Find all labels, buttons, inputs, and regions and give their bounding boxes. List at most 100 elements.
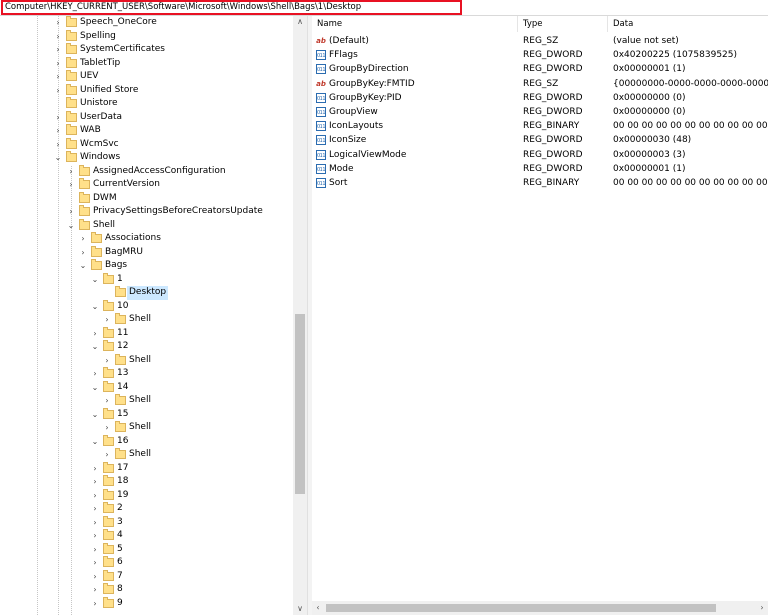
value-row[interactable]: 011 Mode REG_DWORD 0x00000001 (1) (312, 162, 768, 176)
tree-item[interactable]: Unistore (0, 97, 293, 111)
chevron-right-icon[interactable]: › (53, 43, 63, 56)
tree-item[interactable]: › TabletTip (0, 56, 293, 71)
chevron-right-icon[interactable]: › (53, 138, 63, 151)
tree-item[interactable]: › WAB (0, 124, 293, 138)
chevron-down-icon[interactable]: ⌄ (90, 435, 100, 448)
chevron-right-icon[interactable]: › (102, 354, 112, 367)
chevron-right-icon[interactable]: › (78, 232, 88, 245)
tree-item[interactable]: › Shell (0, 313, 293, 327)
chevron-down-icon[interactable]: ⌄ (66, 219, 76, 232)
tree-item[interactable]: › Spelling (0, 29, 293, 44)
chevron-right-icon[interactable]: › (90, 570, 100, 583)
chevron-down-icon[interactable]: ⌄ (90, 408, 100, 421)
chevron-right-icon[interactable]: › (90, 583, 100, 596)
tree-item[interactable]: › CurrentVersion (0, 178, 293, 192)
value-row[interactable]: 011 GroupView REG_DWORD 0x00000000 (0) (312, 105, 768, 119)
tree-item[interactable]: DWM (0, 191, 293, 206)
chevron-right-icon[interactable]: › (53, 30, 63, 43)
tree-item[interactable]: › Shell (0, 421, 293, 435)
chevron-right-icon[interactable]: › (66, 165, 76, 178)
tree-item[interactable]: › 17 (0, 461, 293, 476)
chevron-down-icon[interactable]: ⌄ (90, 381, 100, 394)
tree-item[interactable]: › PrivacySettingsBeforeCreatorsUpdate (0, 205, 293, 219)
scroll-down-arrow-icon[interactable]: ∨ (293, 603, 307, 615)
column-header-type[interactable]: Type (518, 16, 608, 32)
value-row[interactable]: ab GroupByKey:FMTID REG_SZ {00000000-0000-0… (312, 77, 768, 91)
chevron-right-icon[interactable]: › (90, 462, 100, 475)
tree-item[interactable]: › Associations (0, 232, 293, 246)
tree-item[interactable]: › 19 (0, 488, 293, 503)
tree-item[interactable]: › 18 (0, 475, 293, 489)
chevron-down-icon[interactable]: ⌄ (53, 151, 63, 164)
chevron-down-icon[interactable]: ⌄ (90, 273, 100, 286)
tree-item[interactable]: › BagMRU (0, 245, 293, 260)
chevron-right-icon[interactable]: › (90, 327, 100, 340)
tree-item[interactable]: › UEV (0, 70, 293, 84)
value-row[interactable]: 011 FFlags REG_DWORD 0x40200225 (1075839525… (312, 48, 768, 62)
tree-item[interactable]: Desktop (0, 286, 293, 300)
scroll-right-arrow-icon[interactable]: › (756, 601, 768, 615)
chevron-right-icon[interactable]: › (53, 111, 63, 124)
tree-item[interactable]: ⌄ 15 (0, 407, 293, 422)
tree-item[interactable]: › 13 (0, 367, 293, 381)
chevron-right-icon[interactable]: › (102, 394, 112, 407)
value-row[interactable]: 011 GroupByKey:PID REG_DWORD 0x00000000 (0) (312, 91, 768, 105)
tree-item[interactable]: › 8 (0, 583, 293, 597)
chevron-right-icon[interactable]: › (90, 556, 100, 569)
column-header-name[interactable]: Name (312, 16, 518, 32)
chevron-right-icon[interactable]: › (90, 475, 100, 488)
tree-item[interactable]: › 7 (0, 569, 293, 584)
tree-item[interactable]: › 4 (0, 529, 293, 543)
tree-item[interactable]: ⌄ Shell (0, 218, 293, 233)
tree-item[interactable]: ⌄ Windows (0, 151, 293, 165)
scroll-up-arrow-icon[interactable]: ∧ (293, 16, 307, 28)
tree-item[interactable]: › AssignedAccessConfiguration (0, 164, 293, 179)
chevron-right-icon[interactable]: › (53, 16, 63, 29)
chevron-right-icon[interactable]: › (78, 246, 88, 259)
tree-vertical-scrollbar[interactable]: ∧ ∨ (293, 16, 307, 615)
chevron-right-icon[interactable]: › (90, 516, 100, 529)
column-header-data[interactable]: Data (608, 16, 768, 32)
chevron-right-icon[interactable]: › (66, 178, 76, 191)
tree-item[interactable]: › WcmSvc (0, 137, 293, 152)
chevron-right-icon[interactable]: › (102, 421, 112, 434)
value-row[interactable]: 011 GroupByDirection REG_DWORD 0x00000001 (… (312, 62, 768, 76)
tree-item[interactable]: › Shell (0, 353, 293, 368)
chevron-down-icon[interactable]: ⌄ (78, 259, 88, 272)
chevron-right-icon[interactable]: › (53, 57, 63, 70)
chevron-right-icon[interactable]: › (90, 367, 100, 380)
value-row[interactable]: 011 IconSize REG_DWORD 0x00000030 (48) (312, 133, 768, 147)
value-row[interactable]: 011 IconLayouts REG_BINARY 00 00 00 00 00 0… (312, 119, 768, 133)
chevron-right-icon[interactable]: › (90, 502, 100, 515)
scroll-thumb[interactable] (326, 604, 716, 612)
values-horizontal-scrollbar[interactable]: ‹ › (312, 601, 768, 615)
scroll-left-arrow-icon[interactable]: ‹ (312, 601, 324, 615)
chevron-right-icon[interactable]: › (90, 543, 100, 556)
tree-item[interactable]: › 5 (0, 542, 293, 557)
chevron-right-icon[interactable]: › (90, 597, 100, 610)
tree-item[interactable]: › UserData (0, 110, 293, 125)
registry-tree[interactable]: › Speech_OneCore › Spelling › SystemCertifica… (0, 16, 293, 615)
chevron-right-icon[interactable]: › (90, 529, 100, 542)
tree-item[interactable]: › Shell (0, 448, 293, 462)
chevron-down-icon[interactable]: ⌄ (90, 300, 100, 313)
tree-item[interactable]: ⌄ Bags (0, 259, 293, 273)
tree-item[interactable]: › 6 (0, 556, 293, 570)
tree-item[interactable]: › 3 (0, 515, 293, 530)
chevron-right-icon[interactable]: › (90, 489, 100, 502)
tree-item[interactable]: ⌄ 16 (0, 434, 293, 449)
value-row[interactable]: 011 Sort REG_BINARY 00 00 00 00 00 00 00 00… (312, 176, 768, 190)
value-row[interactable]: 011 LogicalViewMode REG_DWORD 0x00000003 (3… (312, 148, 768, 162)
value-row[interactable]: ab (Default) REG_SZ (value not set) (312, 34, 768, 48)
values-list[interactable]: Name Type Data ab (Default) REG_SZ (value n… (312, 16, 768, 600)
tree-item[interactable]: ⌄ 14 (0, 380, 293, 395)
scroll-thumb[interactable] (295, 314, 305, 494)
chevron-down-icon[interactable]: ⌄ (90, 340, 100, 353)
tree-item[interactable]: ⌄ 1 (0, 272, 293, 287)
address-path[interactable]: Computer\HKEY_CURRENT_USER\Software\Micr… (1, 0, 462, 15)
tree-item[interactable]: › Shell (0, 394, 293, 408)
chevron-right-icon[interactable]: › (53, 70, 63, 83)
chevron-right-icon[interactable]: › (102, 448, 112, 461)
tree-item[interactable]: › Unified Store (0, 83, 293, 98)
chevron-right-icon[interactable]: › (102, 313, 112, 326)
